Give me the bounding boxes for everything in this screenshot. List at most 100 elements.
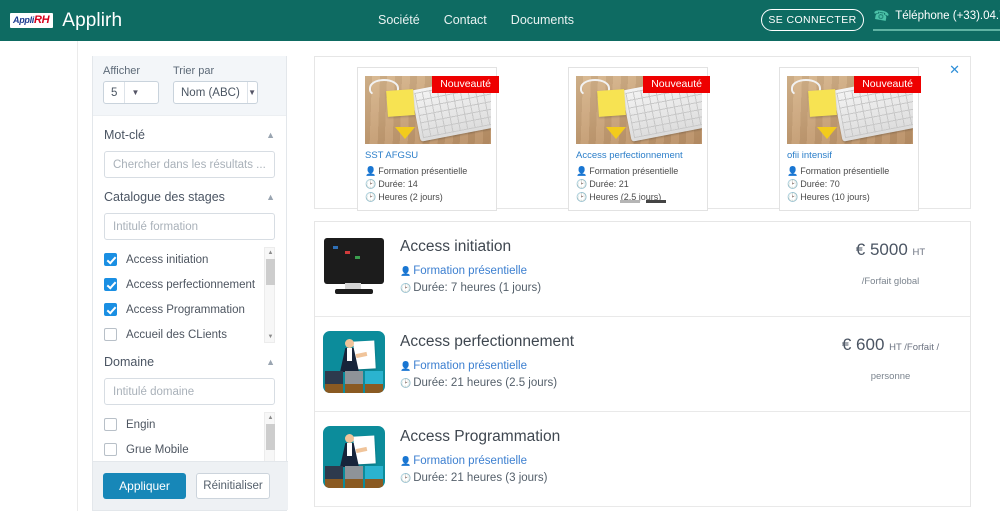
promo-card[interactable]: Nouveauté SST AFGSU 👤 Formation présenti… <box>357 67 499 211</box>
course-mode[interactable]: 👤 Formation présentielle <box>400 453 823 470</box>
promo-title[interactable]: Access perfectionnement <box>576 150 700 161</box>
checkbox-label: Access perfectionnement <box>126 278 256 291</box>
course-mode-text: Formation présentielle <box>413 455 527 467</box>
course-mode[interactable]: 👤 Formation présentielle <box>400 358 823 375</box>
scroll-up-icon[interactable]: ▲ <box>265 413 275 423</box>
paper-clip-icon <box>395 127 415 139</box>
status-badge: Nouveauté <box>643 76 710 93</box>
sticky-note-icon <box>808 89 837 117</box>
price-value: € 600 <box>841 335 885 354</box>
course-thumbnail-monitor <box>323 236 385 298</box>
carousel-dot[interactable] <box>619 200 640 203</box>
student-torso <box>345 371 363 384</box>
promo-duration: 🕑 Durée: 14 <box>365 178 489 191</box>
student <box>365 466 383 488</box>
course-mode-text: Formation présentielle <box>413 265 527 277</box>
results-list: Access initiation 👤 Formation présentiel… <box>314 221 971 507</box>
checkbox[interactable] <box>104 253 117 266</box>
domaine-filter-input[interactable] <box>104 378 275 405</box>
nav-item-documents[interactable]: Documents <box>511 13 574 27</box>
chevron-up-icon[interactable]: ▲ <box>266 192 275 202</box>
course-mode[interactable]: 👤 Formation présentielle <box>400 263 823 280</box>
nav-item-contact[interactable]: Contact <box>444 13 487 27</box>
list-item[interactable]: Accueil des CLients <box>104 322 259 343</box>
clock-icon: 🕑 <box>400 283 412 293</box>
promo-card[interactable]: Nouveauté ofii intensif 👤 Formation prés… <box>779 67 921 211</box>
checkbox[interactable] <box>104 443 117 456</box>
paper-clip-icon <box>606 127 626 139</box>
promo-title[interactable]: ofii intensif <box>787 150 911 161</box>
student-torso <box>365 466 383 479</box>
person-icon: 👤 <box>365 166 377 176</box>
section-keyword-title: Mot-clé <box>104 128 145 142</box>
apply-button[interactable]: Appliquer <box>103 473 186 499</box>
section-keyword-header[interactable]: Mot-clé ▲ <box>104 116 275 151</box>
list-item[interactable]: Access Programmation <box>104 297 259 322</box>
carousel-dot-active[interactable] <box>645 200 666 203</box>
nav-item-societe[interactable]: Société <box>378 13 420 27</box>
chevron-up-icon[interactable]: ▲ <box>266 357 275 367</box>
catalogue-scrollbar[interactable]: ▲ ▼ <box>264 247 275 343</box>
person-icon: 👤 <box>576 166 588 176</box>
course-duration-text: Durée: 7 heures (1 jours) <box>413 282 542 294</box>
checkbox[interactable] <box>104 418 117 431</box>
price-unit: personne <box>870 371 911 382</box>
checkbox[interactable] <box>104 328 117 341</box>
section-domaine-title: Domaine <box>104 355 155 369</box>
list-item[interactable]: Access initiation <box>104 247 259 272</box>
course-duration-text: Durée: 21 heures (3 jours) <box>413 472 548 484</box>
chevron-up-icon[interactable]: ▲ <box>266 130 275 140</box>
list-item[interactable]: Engin <box>104 412 259 437</box>
clock-icon: 🕑 <box>400 473 412 483</box>
section-catalogue-header[interactable]: Catalogue des stages ▲ <box>104 178 275 213</box>
course-mode-text: Formation présentielle <box>413 360 527 372</box>
course-info: Access initiation 👤 Formation présentiel… <box>400 236 823 297</box>
keyword-search-input[interactable] <box>104 151 275 178</box>
promo-title[interactable]: SST AFGSU <box>365 150 489 161</box>
promo-duration-text: Durée: 14 <box>378 179 418 189</box>
list-item[interactable]: Access perfectionnement <box>104 272 259 297</box>
page-body: Afficher 5 ▼ Trier par Nom (ABC) ▼ Mot-c… <box>0 41 1000 511</box>
promo-card[interactable]: Nouveauté Access perfectionnement 👤 Form… <box>568 67 710 211</box>
logo-rh-text: RH <box>34 14 50 26</box>
scroll-down-icon[interactable]: ▼ <box>265 332 275 342</box>
promo-duration-text: Durée: 21 <box>589 179 629 189</box>
student-desk <box>345 384 363 393</box>
clock-icon: 🕑 <box>787 179 799 189</box>
course-thumbnail-training <box>323 331 385 393</box>
student-desk <box>365 479 383 488</box>
person-icon: 👤 <box>787 166 799 176</box>
carousel-track: Nouveauté SST AFGSU 👤 Formation présenti… <box>329 67 956 211</box>
student-torso <box>325 371 343 384</box>
catalogue-filter-input[interactable] <box>104 213 275 240</box>
student-torso <box>325 466 343 479</box>
student <box>345 371 363 393</box>
login-button[interactable]: SE CONNECTER <box>761 9 864 31</box>
table-row[interactable]: Access initiation 👤 Formation présentiel… <box>315 222 970 317</box>
left-gutter <box>0 41 78 511</box>
scrollbar-thumb[interactable] <box>266 259 275 285</box>
reset-button[interactable]: Réinitialiser <box>196 473 270 499</box>
trier-field: Trier par Nom (ABC) ▼ <box>173 65 258 104</box>
section-domaine-header[interactable]: Domaine ▲ <box>104 343 275 378</box>
list-item[interactable]: Grue Mobile <box>104 437 259 462</box>
scrollbar-thumb[interactable] <box>266 424 275 450</box>
course-title: Access initiation <box>400 238 512 255</box>
afficher-select[interactable]: 5 ▼ <box>103 81 159 104</box>
close-icon[interactable]: ✕ <box>949 63 960 76</box>
classroom-icon <box>323 331 385 393</box>
brand[interactable]: AppliRH Applirh <box>10 10 122 32</box>
table-row[interactable]: Access perfectionnement 👤 Formation prés… <box>315 317 970 412</box>
table-row[interactable]: Access Programmation 👤 Formation présent… <box>315 412 970 507</box>
phone-block[interactable]: ☎ Téléphone (+33).04.78 <box>871 6 1000 31</box>
applirh-logo-icon: AppliRH <box>10 13 54 28</box>
teacher-head <box>345 434 354 443</box>
trier-select[interactable]: Nom (ABC) ▼ <box>173 81 258 104</box>
price-tax-label: HT /Forfait / <box>889 342 940 353</box>
student-desk <box>325 384 343 393</box>
checkbox[interactable] <box>104 303 117 316</box>
scroll-up-icon[interactable]: ▲ <box>265 248 275 258</box>
person-icon: 👤 <box>400 456 412 466</box>
checkbox[interactable] <box>104 278 117 291</box>
phone-icon: ☎ <box>871 6 891 25</box>
